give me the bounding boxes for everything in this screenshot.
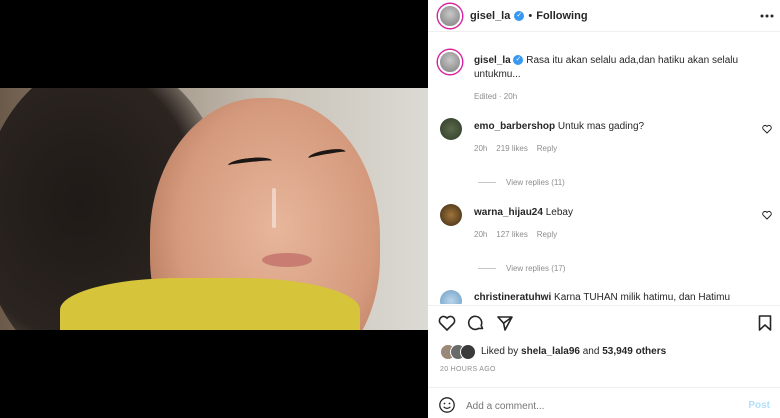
following-button[interactable]: Following [536,10,587,22]
share-icon[interactable] [496,314,514,332]
comment-time: 20h [474,144,488,153]
emoji-icon[interactable] [438,396,456,414]
comment-username[interactable]: warna_hijau24 [474,207,543,218]
view-replies-button[interactable]: View replies (11) [478,178,565,187]
photo-shirt [60,278,360,330]
comment-avatar[interactable] [440,290,462,304]
comment-meta: 20h 219 likes Reply [474,144,557,153]
photo-lips [262,253,312,267]
comment-clipped: christineratuhwi Karna TUHAN milik hatim… [428,286,780,304]
comment-meta: 20h 127 likes Reply [474,230,557,239]
comment-avatar[interactable] [440,204,462,226]
caption-text-cont: untukmu... [474,69,521,80]
comment-body: warna_hijau24 Lebay [474,207,573,218]
view-replies-label: View replies (11) [506,178,565,187]
comment-body: emo_barbershop Untuk mas gading? [474,121,644,132]
comment-input[interactable] [466,398,716,414]
heart-icon[interactable] [762,210,772,220]
reply-button[interactable]: Reply [537,230,557,239]
post-photo[interactable] [0,88,428,330]
post-header: gisel_la ✓ • Following [428,0,780,32]
post-timestamp[interactable]: 20 HOURS AGO [440,366,496,373]
caption-avatar[interactable] [438,50,462,74]
more-icon[interactable] [758,7,776,25]
comment-username[interactable]: emo_barbershop [474,121,555,132]
replies-line [478,182,496,184]
verified-icon: ✓ [514,11,525,21]
comment-time: 20h [474,230,488,239]
comment-avatar[interactable] [440,118,462,140]
post-button[interactable]: Post [748,400,770,411]
post-panel: gisel_la ✓ • Following gisel_la ✓ Rasa i… [428,0,780,418]
author-username[interactable]: gisel_la [470,10,510,22]
photo-tear [272,188,276,228]
comment-username[interactable]: christineratuhwi [474,292,551,303]
caption-text: Rasa itu akan selalu ada,dan hatiku akan… [526,55,739,66]
heart-icon[interactable] [438,314,456,332]
comment-likes[interactable]: 127 likes [496,230,528,239]
caption-meta: Edited · 20h [474,92,518,101]
reply-button[interactable]: Reply [537,144,557,153]
likes-count[interactable]: 53,949 others [602,346,666,357]
liked-by-prefix: Liked by [481,346,519,357]
post-media[interactable] [0,0,428,418]
caption-username[interactable]: gisel_la [474,55,511,66]
comment-text: Lebay [545,207,573,218]
caption: gisel_la ✓ Rasa itu akan selalu ada,dan … [474,54,770,82]
comment-body: christineratuhwi Karna TUHAN milik hatim… [474,292,730,303]
avatar [460,344,476,360]
liked-by-user[interactable]: shela_lala96 [521,346,580,357]
view-replies-button[interactable]: View replies (17) [478,264,565,273]
bookmark-icon[interactable] [756,314,774,332]
comment-likes[interactable]: 219 likes [496,144,528,153]
comment-text: Untuk mas gading? [557,121,645,132]
comment-icon[interactable] [467,314,485,332]
liked-by-and: and [582,346,600,357]
divider [428,387,780,388]
heart-icon[interactable] [762,124,772,134]
comment-text: Karna TUHAN milik hatimu, dan Hatimu [554,292,731,303]
view-replies-label: View replies (17) [506,264,566,273]
replies-line [478,268,496,270]
liked-by-text: Liked by shela_lala96 and 53,949 others [481,346,666,357]
divider [428,305,780,306]
verified-icon: ✓ [513,55,524,66]
author-avatar[interactable] [438,4,462,28]
separator-dot: • [528,10,533,22]
